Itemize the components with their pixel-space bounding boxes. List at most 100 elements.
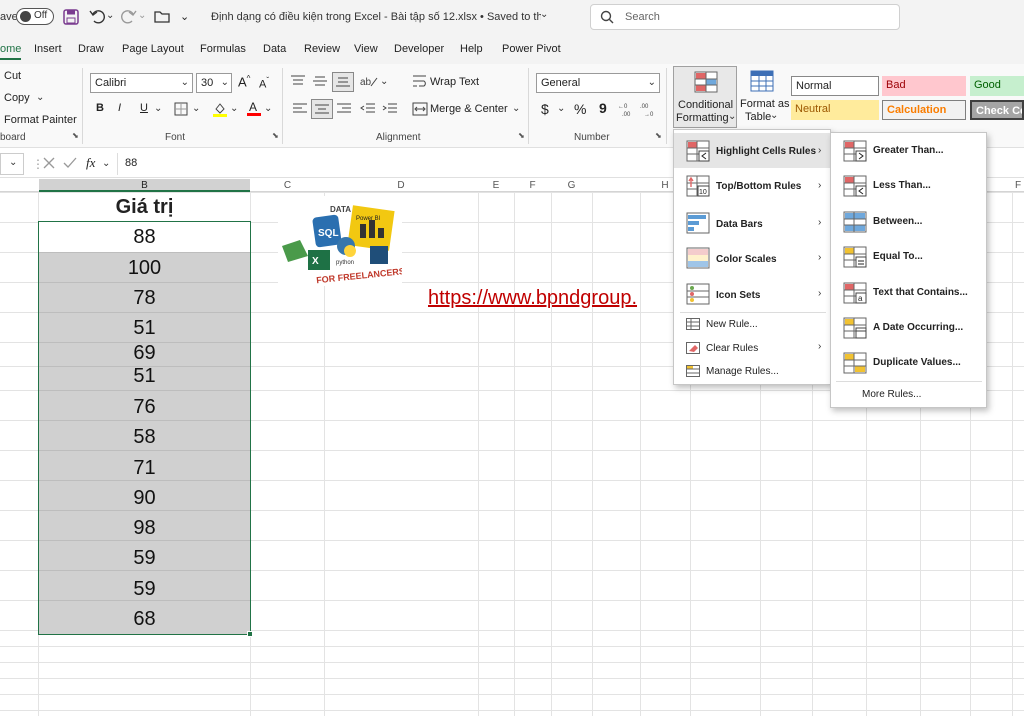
tab-review[interactable]: Review bbox=[304, 43, 340, 55]
column-header-d[interactable]: D bbox=[324, 180, 478, 192]
align-bottom-button[interactable] bbox=[332, 72, 354, 92]
style-neutral[interactable]: Neutral bbox=[791, 100, 879, 120]
submenu-item-less-than[interactable]: Less Than... bbox=[873, 180, 931, 191]
menu-item-manage-rules[interactable]: Manage Rules... bbox=[706, 366, 779, 377]
grow-font-button[interactable]: A^ bbox=[238, 74, 250, 89]
align-top-icon[interactable] bbox=[290, 74, 306, 88]
currency-button[interactable]: $ bbox=[541, 101, 549, 117]
fill-color-icon[interactable] bbox=[212, 101, 228, 117]
wrap-text-button[interactable]: Wrap Text bbox=[430, 76, 479, 88]
italic-button[interactable]: I bbox=[118, 102, 121, 114]
style-normal[interactable]: Normal bbox=[791, 76, 879, 96]
menu-item-new-rule[interactable]: New Rule... bbox=[706, 319, 758, 330]
value-cell[interactable]: 76 bbox=[39, 392, 250, 422]
format-as-table-label2[interactable]: Table bbox=[745, 111, 771, 123]
menu-item-top-bottom-rules[interactable]: Top/Bottom Rules bbox=[716, 181, 801, 192]
value-cell[interactable]: 68 bbox=[39, 604, 250, 634]
orientation-icon[interactable]: ab bbox=[360, 73, 378, 89]
underline-button[interactable]: U bbox=[140, 102, 148, 114]
align-center-button[interactable] bbox=[311, 99, 333, 119]
value-cell[interactable]: 78 bbox=[39, 283, 250, 313]
insert-function-button[interactable]: fx bbox=[86, 155, 95, 171]
value-cell[interactable]: 88 bbox=[39, 222, 250, 252]
customize-toolbar-icon[interactable]: ⌄ bbox=[180, 10, 189, 23]
tab-draw[interactable]: Draw bbox=[78, 43, 104, 55]
merge-dropdown-icon[interactable]: ⌄ bbox=[512, 103, 520, 114]
tab-help[interactable]: Help bbox=[460, 43, 483, 55]
currency-dropdown-icon[interactable]: ⌄ bbox=[557, 103, 565, 114]
value-cell[interactable]: 90 bbox=[39, 483, 250, 513]
submenu-item-duplicate-values[interactable]: Duplicate Values... bbox=[873, 357, 961, 368]
submenu-item-date-occurring[interactable]: A Date Occurring... bbox=[873, 322, 963, 333]
tab-insert[interactable]: Insert bbox=[34, 43, 62, 55]
decrease-indent-icon[interactable] bbox=[360, 102, 376, 116]
menu-item-icon-sets[interactable]: Icon Sets bbox=[716, 290, 760, 301]
menu-item-highlight-cells-rules[interactable]: Highlight Cells Rules bbox=[716, 146, 816, 157]
enter-icon[interactable] bbox=[63, 157, 77, 169]
autosave-toggle[interactable]: Off bbox=[16, 8, 54, 25]
value-cell[interactable]: 98 bbox=[39, 513, 250, 543]
submenu-item-greater-than[interactable]: Greater Than... bbox=[873, 145, 944, 156]
percent-button[interactable]: % bbox=[574, 101, 586, 117]
menu-item-color-scales[interactable]: Color Scales bbox=[716, 254, 777, 265]
tab-data[interactable]: Data bbox=[263, 43, 286, 55]
open-folder-icon[interactable] bbox=[154, 9, 170, 23]
redo-dropdown-icon[interactable]: ⌄ bbox=[138, 10, 146, 21]
format-as-table-label1[interactable]: Format as bbox=[740, 98, 790, 110]
undo-dropdown-icon[interactable]: ⌄ bbox=[106, 10, 114, 21]
wrap-text-icon[interactable] bbox=[412, 74, 428, 88]
title-dropdown-icon[interactable]: ⌄ bbox=[540, 9, 548, 20]
tab-developer[interactable]: Developer bbox=[394, 43, 444, 55]
website-link[interactable]: https://www.bpndgroup. bbox=[428, 287, 637, 310]
borders-dropdown-icon[interactable]: ⌄ bbox=[192, 103, 200, 114]
header-cell[interactable]: Giá trị bbox=[39, 192, 250, 222]
column-header-b[interactable]: B bbox=[39, 180, 250, 192]
redo-icon[interactable] bbox=[120, 8, 138, 24]
merge-center-icon[interactable] bbox=[412, 102, 428, 116]
align-middle-icon[interactable] bbox=[312, 74, 328, 88]
format-painter-button[interactable]: Format Painter bbox=[4, 114, 77, 126]
conditional-formatting-button[interactable]: Conditional Formatting ⌄ bbox=[673, 66, 737, 128]
column-header-e[interactable]: E bbox=[478, 180, 514, 192]
style-bad[interactable]: Bad bbox=[882, 76, 966, 96]
increase-decimal-icon[interactable]: ←0.00 bbox=[618, 101, 636, 117]
comma-button[interactable]: 9 bbox=[599, 100, 607, 116]
column-header-c[interactable]: C bbox=[251, 180, 324, 192]
save-icon[interactable] bbox=[63, 9, 79, 25]
copy-dropdown-icon[interactable]: ⌄ bbox=[36, 92, 44, 103]
fill-color-dropdown-icon[interactable]: ⌄ bbox=[230, 103, 238, 114]
copy-button[interactable]: Copy bbox=[4, 92, 30, 104]
bold-button[interactable]: B bbox=[96, 102, 104, 114]
submenu-item-between[interactable]: Between... bbox=[873, 216, 922, 227]
format-as-table-dropdown-icon[interactable]: ⌄ bbox=[770, 110, 778, 121]
align-right-icon[interactable] bbox=[336, 102, 352, 116]
borders-icon[interactable] bbox=[174, 102, 188, 116]
orientation-dropdown-icon[interactable]: ⌄ bbox=[380, 76, 388, 87]
value-cell[interactable]: 71 bbox=[39, 453, 250, 483]
format-as-table-icon[interactable] bbox=[750, 70, 776, 94]
style-good[interactable]: Good bbox=[970, 76, 1024, 96]
font-color-dropdown-icon[interactable]: ⌄ bbox=[264, 103, 272, 114]
submenu-item-text-contains[interactable]: Text that Contains... bbox=[873, 287, 968, 298]
column-header-far[interactable]: F bbox=[1012, 180, 1024, 192]
fx-dropdown-icon[interactable]: ⌄ bbox=[102, 158, 110, 169]
align-left-icon[interactable] bbox=[292, 102, 308, 116]
tab-power-pivot[interactable]: Power Pivot bbox=[502, 43, 561, 55]
value-cell[interactable]: 51 bbox=[39, 361, 250, 387]
style-check-cell[interactable]: Check Cel bbox=[970, 100, 1024, 120]
increase-indent-icon[interactable] bbox=[382, 102, 398, 116]
value-cell[interactable]: 58 bbox=[39, 422, 250, 452]
font-size-select[interactable]: 30 ⌄ bbox=[196, 73, 232, 93]
value-cell[interactable]: 59 bbox=[39, 574, 250, 604]
column-header-f[interactable]: F bbox=[514, 180, 551, 192]
underline-dropdown-icon[interactable]: ⌄ bbox=[154, 103, 162, 114]
number-format-select[interactable]: General ⌄ bbox=[536, 73, 660, 93]
decrease-decimal-icon[interactable]: .00 →0 bbox=[640, 101, 658, 117]
submenu-item-more-rules[interactable]: More Rules... bbox=[862, 389, 921, 400]
tab-page-layout[interactable]: Page Layout bbox=[122, 43, 184, 55]
shrink-font-button[interactable]: Aˇ bbox=[259, 76, 269, 91]
value-cell[interactable]: 69 bbox=[39, 338, 250, 364]
undo-icon[interactable] bbox=[88, 8, 106, 24]
tab-formulas[interactable]: Formulas bbox=[200, 43, 246, 55]
font-name-select[interactable]: Calibri ⌄ bbox=[90, 73, 193, 93]
